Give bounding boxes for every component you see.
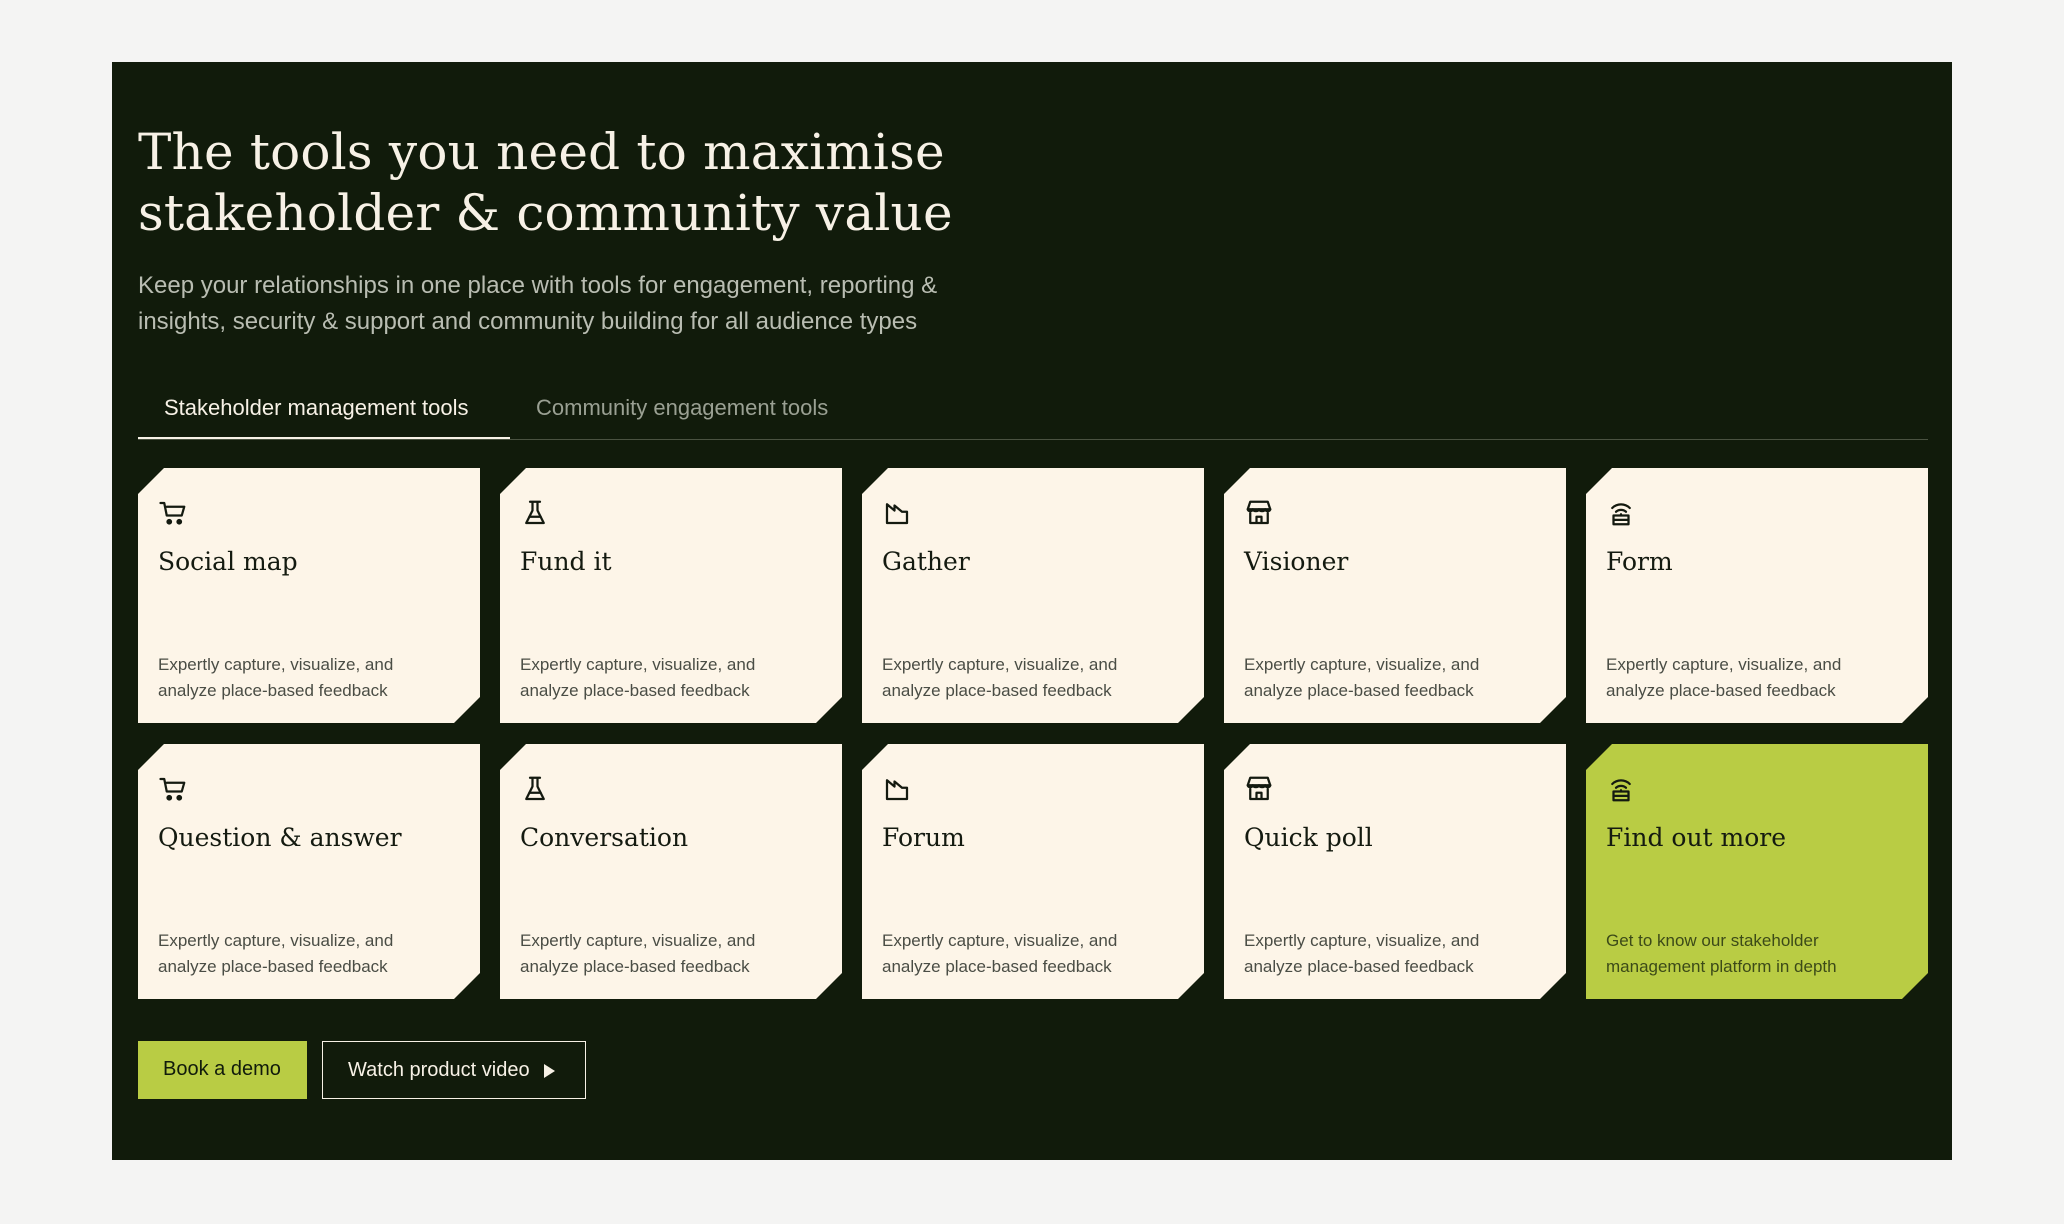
card-description: Expertly capture, visualize, and analyze … — [882, 928, 1182, 980]
store-icon — [1244, 498, 1274, 528]
card-desc-line-2: analyze place-based feedback — [158, 957, 388, 976]
factory-icon — [882, 498, 912, 528]
broadcast-icon — [1606, 774, 1636, 804]
card-title: Form — [1606, 547, 1673, 576]
card-description: Expertly capture, visualize, and analyze … — [158, 928, 458, 980]
card-title: Question & answer — [158, 823, 402, 852]
tool-card-fund-it[interactable]: Fund it Expertly capture, visualize, and… — [500, 468, 842, 723]
watch-video-button[interactable]: Watch product video — [322, 1041, 586, 1099]
card-desc-line-1: Expertly capture, visualize, and — [158, 655, 394, 674]
card-title: Visioner — [1244, 547, 1349, 576]
tool-card-gather[interactable]: Gather Expertly capture, visualize, and a… — [862, 468, 1204, 723]
card-description: Expertly capture, visualize, and analyze … — [1244, 652, 1544, 704]
tool-card-question-answer[interactable]: Question & answer Expertly capture, visu… — [138, 744, 480, 999]
card-desc-line-2: analyze place-based feedback — [882, 681, 1112, 700]
tool-card-quick-poll[interactable]: Quick poll Expertly capture, visualize, … — [1224, 744, 1566, 999]
tools-grid: Social map Expertly capture, visualize, … — [138, 468, 1928, 1016]
cart-icon — [158, 498, 188, 528]
card-title: Gather — [882, 547, 970, 576]
card-title: Forum — [882, 823, 965, 852]
factory-icon — [882, 774, 912, 804]
tool-card-conversation[interactable]: Conversation Expertly capture, visualize… — [500, 744, 842, 999]
find-out-more-card[interactable]: Find out more Get to know our stakeholde… — [1586, 744, 1928, 999]
tools-section: The tools you need to maximise stakeholde… — [112, 62, 1952, 1160]
card-title: Fund it — [520, 547, 612, 576]
card-desc-line-1: Get to know our stakeholder — [1606, 931, 1819, 950]
title-line-2: stakeholder & community value — [138, 184, 953, 242]
subtitle-line-2: insights, security & support and communi… — [138, 308, 918, 335]
card-desc-line-2: analyze place-based feedback — [1244, 957, 1474, 976]
flask-icon — [520, 498, 550, 528]
card-title: Find out more — [1606, 823, 1787, 852]
card-desc-line-1: Expertly capture, visualize, and — [1244, 655, 1480, 674]
card-desc-line-2: analyze place-based feedback — [520, 681, 750, 700]
card-description: Get to know our stakeholder management pl… — [1606, 928, 1906, 980]
card-description: Expertly capture, visualize, and analyze … — [520, 652, 820, 704]
card-title: Social map — [158, 547, 298, 576]
play-icon — [543, 1063, 555, 1078]
tool-card-social-map[interactable]: Social map Expertly capture, visualize, … — [138, 468, 480, 723]
card-desc-line-2: analyze place-based feedback — [1244, 681, 1474, 700]
store-icon — [1244, 774, 1274, 804]
card-desc-line-1: Expertly capture, visualize, and — [520, 655, 756, 674]
tool-card-visioner[interactable]: Visioner Expertly capture, visualize, an… — [1224, 468, 1566, 723]
card-description: Expertly capture, visualize, and analyze … — [882, 652, 1182, 704]
card-description: Expertly capture, visualize, and analyze … — [1244, 928, 1544, 980]
title-line-1: The tools you need to maximise — [138, 123, 945, 181]
card-description: Expertly capture, visualize, and analyze … — [520, 928, 820, 980]
watch-video-label: Watch product video — [348, 1059, 530, 1081]
card-desc-line-1: Expertly capture, visualize, and — [1244, 931, 1480, 950]
section-subtitle: Keep your relationships in one place wit… — [138, 268, 1038, 340]
card-description: Expertly capture, visualize, and analyze … — [158, 652, 458, 704]
card-desc-line-2: analyze place-based feedback — [158, 681, 388, 700]
card-desc-line-2: analyze place-based feedback — [520, 957, 750, 976]
subtitle-line-1: Keep your relationships in one place wit… — [138, 272, 938, 299]
card-description: Expertly capture, visualize, and analyze … — [1606, 652, 1906, 704]
card-title: Quick poll — [1244, 823, 1373, 852]
tool-tabs: Stakeholder management tools Community e… — [138, 377, 1928, 440]
card-desc-line-1: Expertly capture, visualize, and — [1606, 655, 1842, 674]
tool-card-form[interactable]: Form Expertly capture, visualize, and ana… — [1586, 468, 1928, 723]
card-desc-line-1: Expertly capture, visualize, and — [882, 655, 1118, 674]
card-desc-line-2: management platform in depth — [1606, 957, 1837, 976]
cart-icon — [158, 774, 188, 804]
tool-card-forum[interactable]: Forum Expertly capture, visualize, and an… — [862, 744, 1204, 999]
card-title: Conversation — [520, 823, 689, 852]
book-demo-button[interactable]: Book a demo — [138, 1041, 307, 1099]
card-desc-line-1: Expertly capture, visualize, and — [520, 931, 756, 950]
flask-icon — [520, 774, 550, 804]
broadcast-icon — [1606, 498, 1636, 528]
section-title: The tools you need to maximise stakeholde… — [138, 122, 1038, 244]
tab-stakeholder-management[interactable]: Stakeholder management tools — [138, 377, 510, 439]
card-desc-line-1: Expertly capture, visualize, and — [882, 931, 1118, 950]
card-desc-line-1: Expertly capture, visualize, and — [158, 931, 394, 950]
tab-community-engagement[interactable]: Community engagement tools — [510, 377, 854, 439]
card-desc-line-2: analyze place-based feedback — [882, 957, 1112, 976]
card-desc-line-2: analyze place-based feedback — [1606, 681, 1836, 700]
